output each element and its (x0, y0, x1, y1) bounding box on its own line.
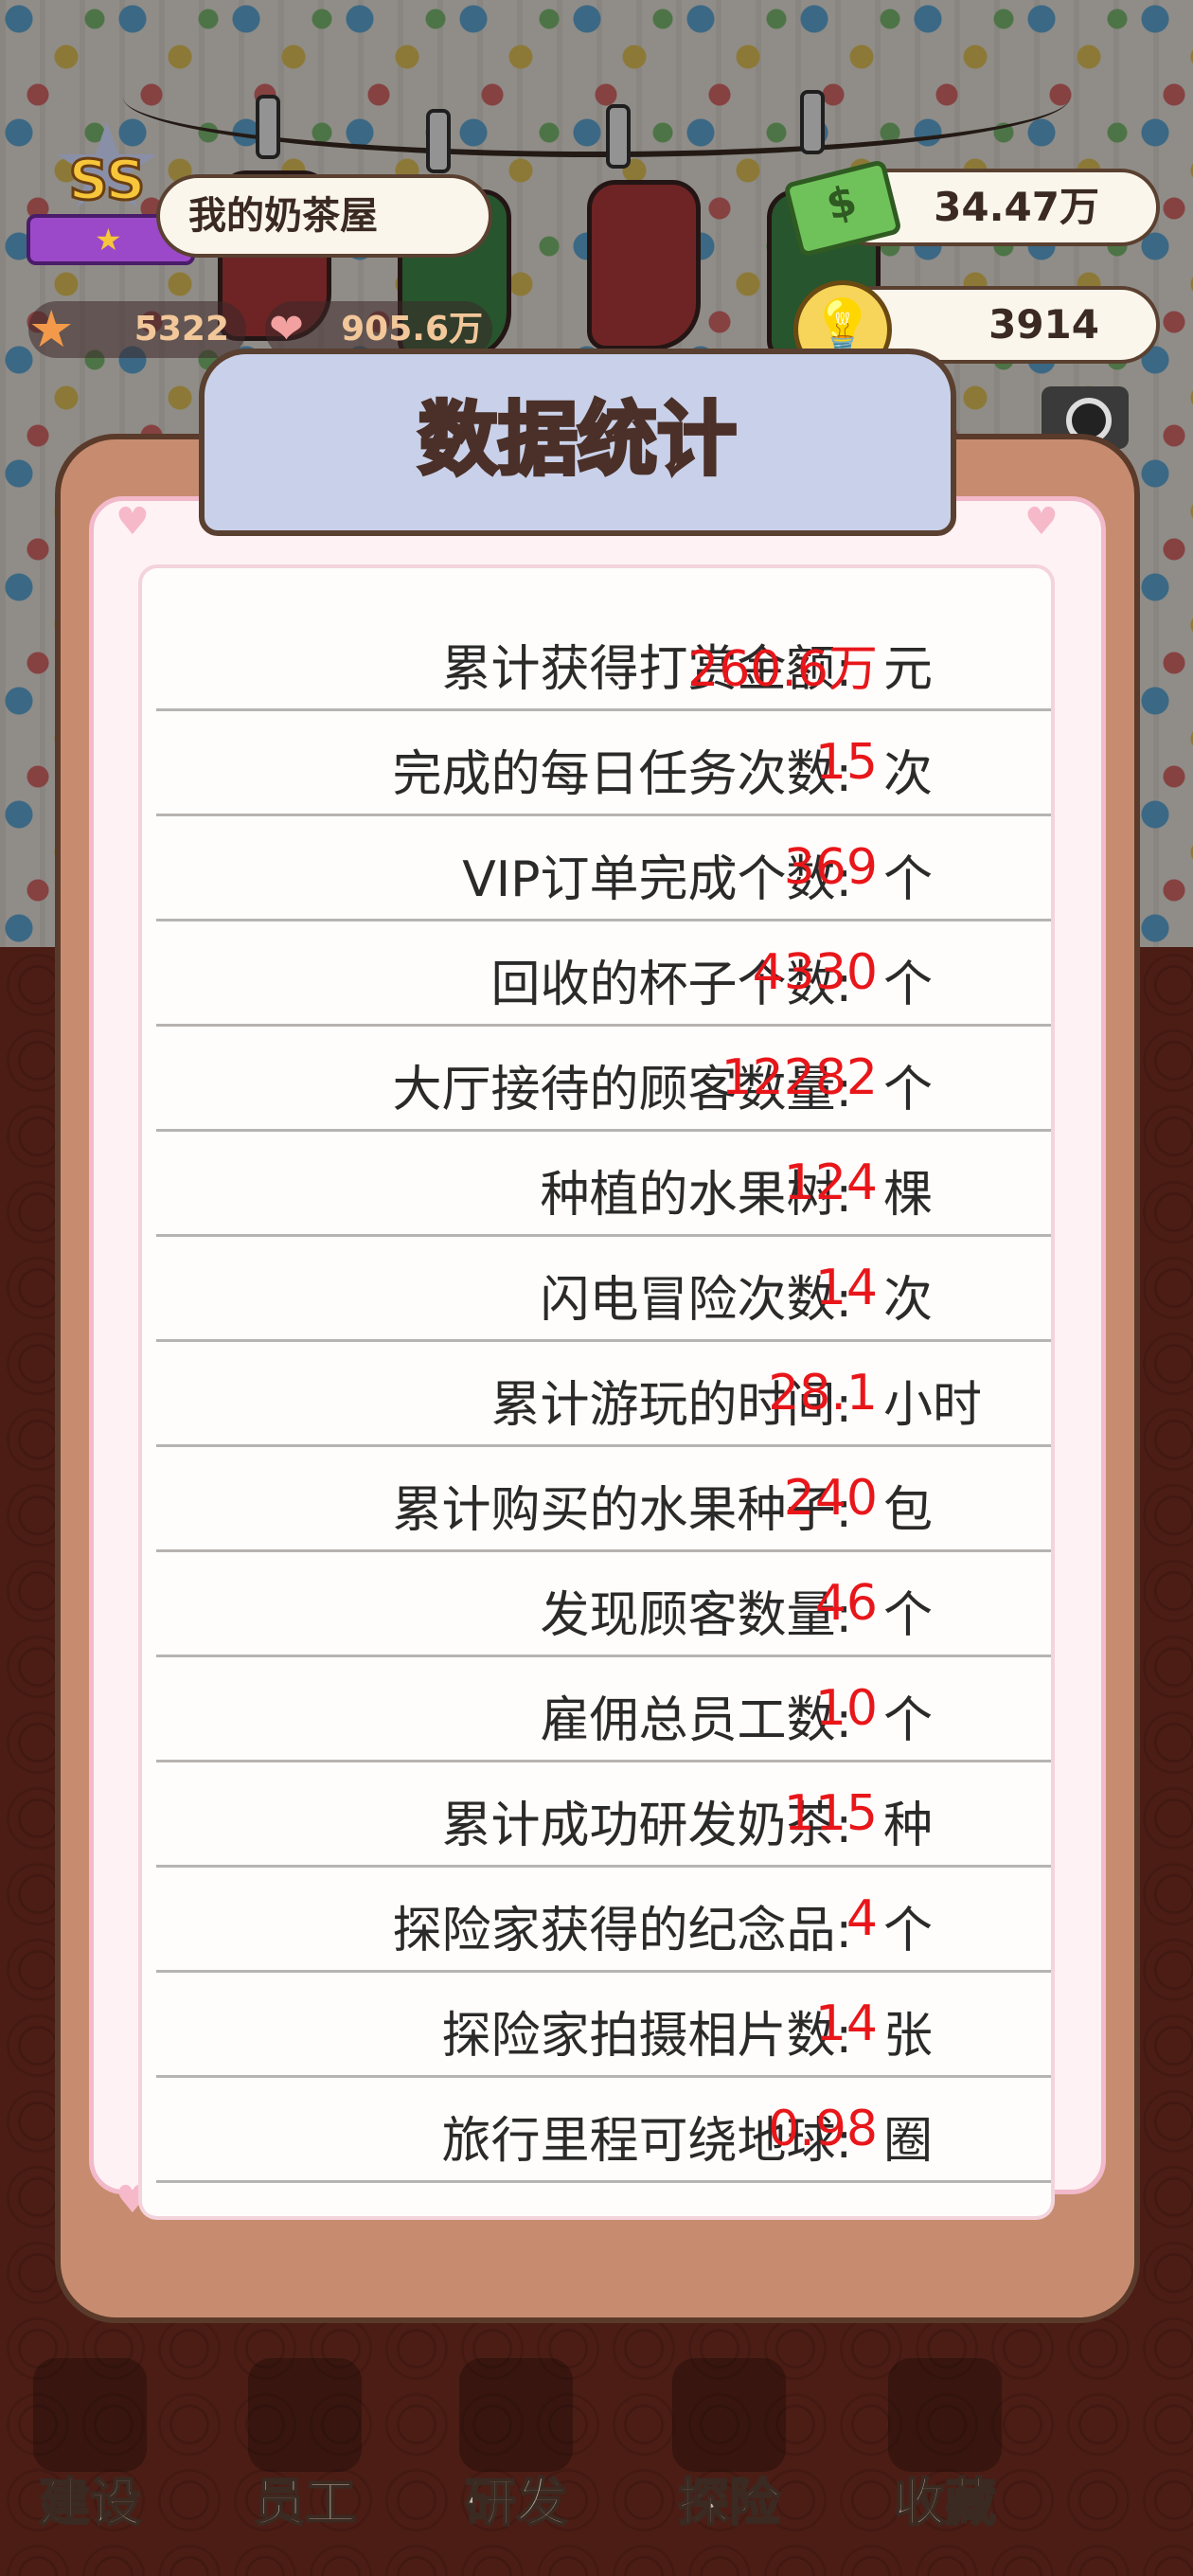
stat-value: 14 (814, 1995, 878, 2052)
stat-unit: 个 (883, 957, 934, 1013)
stat-unit: 元 (883, 641, 934, 698)
stat-row: 探险家获得的纪念品4个 (156, 1868, 1051, 1973)
collection-icon (888, 2358, 1002, 2472)
stat-value: 240 (783, 1470, 878, 1527)
stat-unit: 包 (883, 1482, 934, 1539)
stat-value: 12282 (721, 1049, 878, 1106)
cup-icon (459, 2358, 573, 2472)
stat-row: 回收的杯子个数4330个 (156, 921, 1051, 1027)
ideas-value: 3914 (988, 301, 1099, 348)
stat-row: VIP订单完成个数369个 (156, 816, 1051, 921)
stars-counter: ★ 5322 (28, 301, 246, 358)
shop-name[interactable]: 我的奶茶屋 (156, 174, 492, 258)
nav-label: 收藏 (893, 2472, 997, 2533)
stat-unit: 次 (883, 746, 934, 803)
stat-row: 种植的水果树124棵 (156, 1132, 1051, 1237)
stat-value: 4330 (752, 944, 878, 1001)
hammer-icon (33, 2358, 147, 2472)
nav-tab[interactable]: 探险 (634, 2339, 824, 2567)
stat-unit: 棵 (883, 1167, 934, 1224)
nav-tab[interactable]: 收藏 (850, 2339, 1040, 2567)
nav-label: 员工 (253, 2472, 357, 2533)
stat-value: 28.1 (768, 1365, 878, 1422)
stat-unit: 次 (883, 1272, 934, 1329)
stat-unit: 圈 (883, 2113, 934, 2170)
stat-row: 累计获得打赏金额260.6万元 (156, 606, 1051, 711)
star-icon: ★ (28, 299, 75, 359)
stat-value: 15 (814, 734, 878, 791)
nav-tab[interactable]: 员工 (210, 2339, 400, 2567)
stat-value: 369 (783, 839, 878, 896)
stat-value: 10 (814, 1680, 878, 1737)
stat-unit: 个 (883, 1692, 934, 1749)
nav-label: 研发 (464, 2472, 568, 2533)
ribbon-star-icon: ★ (95, 222, 122, 258)
compass-icon (672, 2358, 786, 2472)
stat-row: 探险家拍摄相片数14张 (156, 1973, 1051, 2078)
money-value: 34.47万 (934, 184, 1099, 230)
stat-value: 115 (783, 1785, 878, 1842)
nav-label: 探险 (677, 2472, 781, 2533)
stat-unit: 张 (883, 2008, 934, 2065)
stat-unit: 个 (883, 1903, 934, 1959)
modal-title: 数据统计 (199, 349, 956, 536)
stat-row: 累计游玩的时间28.1小时 (156, 1342, 1051, 1447)
stat-row: 累计购买的水果种子240包 (156, 1447, 1051, 1552)
stat-value: 14 (814, 1260, 878, 1316)
stat-value: 124 (783, 1154, 878, 1211)
stat-row: 完成的每日任务次数15次 (156, 711, 1051, 816)
stat-value: 46 (814, 1575, 878, 1632)
nav-label: 建设 (38, 2472, 142, 2533)
stat-row: 闪电冒险次数14次 (156, 1237, 1051, 1342)
nav-tab[interactable]: 建设 (0, 2339, 185, 2567)
bottom-nav: 建设 员工 研发 探险 收藏 (0, 2339, 1193, 2576)
stat-row: 大厅接待的顾客数量12282个 (156, 1027, 1051, 1132)
stat-row: 累计成功研发奶茶115种 (156, 1762, 1051, 1868)
heart-icon: ♥ (116, 500, 150, 544)
stat-unit: 种 (883, 1798, 934, 1854)
stat-unit: 个 (883, 851, 934, 908)
stat-row: 旅行里程可绕地球0.98圈 (156, 2078, 1051, 2183)
stat-unit: 小时 (883, 1377, 983, 1434)
stat-value: 4 (846, 1890, 878, 1947)
nav-tab[interactable]: 研发 (421, 2339, 611, 2567)
stat-value: 260.6万 (687, 641, 878, 698)
stars-value: 5322 (134, 310, 229, 349)
staff-icon (248, 2358, 362, 2472)
stat-row: 发现顾客数量46个 (156, 1552, 1051, 1657)
stat-value: 0.98 (768, 2101, 878, 2157)
rank-badge-text: SS (67, 147, 147, 214)
stats-list: 累计获得打赏金额260.6万元完成的每日任务次数15次VIP订单完成个数369个… (156, 606, 1051, 2183)
stat-unit: 个 (883, 1062, 934, 1118)
stat-row: 雇佣总员工数10个 (156, 1657, 1051, 1762)
stat-unit: 个 (883, 1587, 934, 1644)
heart-icon: ♥ (1024, 500, 1059, 544)
